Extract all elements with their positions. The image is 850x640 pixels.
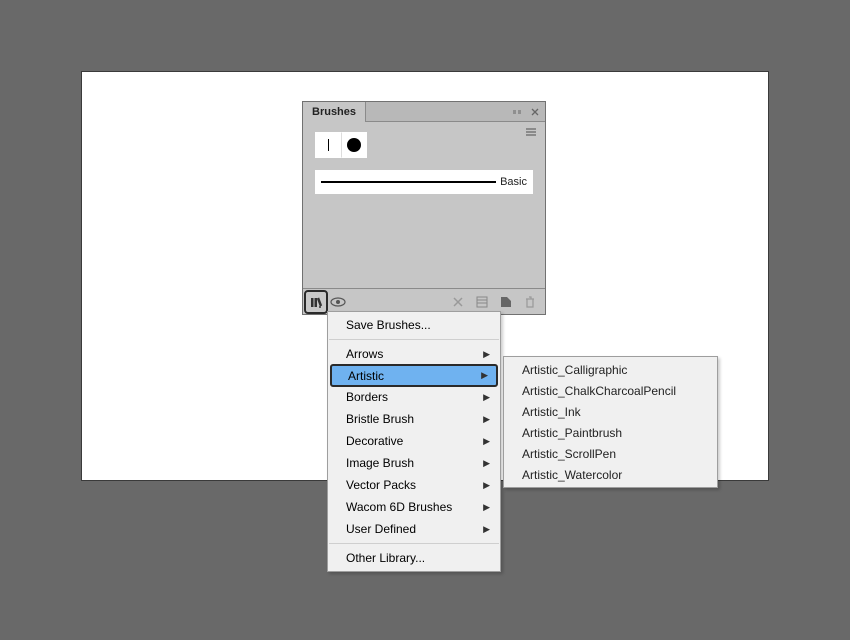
chevron-right-icon: ▶: [483, 458, 490, 469]
new-brush-icon[interactable]: [497, 293, 515, 311]
menu-borders[interactable]: Borders ▶: [328, 386, 500, 408]
delete-icon[interactable]: [521, 293, 539, 311]
menu-label: Image Brush: [346, 456, 414, 470]
menu-label: Artistic_ScrollPen: [522, 447, 616, 461]
menu-label: Other Library...: [346, 551, 425, 565]
menu-vector-packs[interactable]: Vector Packs ▶: [328, 474, 500, 496]
menu-label: Bristle Brush: [346, 412, 414, 426]
options-icon[interactable]: [473, 293, 491, 311]
menu-label: Artistic_Watercolor: [522, 468, 622, 482]
submenu-artistic-chalkcharcoal[interactable]: Artistic_ChalkCharcoalPencil: [504, 380, 717, 401]
brush-libraries-menu: Save Brushes... Arrows ▶ Artistic ▶ Bord…: [327, 311, 501, 572]
panel-header: Brushes: [303, 102, 545, 122]
remove-stroke-icon[interactable]: [449, 293, 467, 311]
menu-image-brush[interactable]: Image Brush ▶: [328, 452, 500, 474]
menu-label: Wacom 6D Brushes: [346, 500, 452, 514]
chevron-right-icon: ▶: [483, 480, 490, 491]
menu-user-defined[interactable]: User Defined ▶: [328, 518, 500, 540]
chevron-right-icon: ▶: [481, 370, 488, 381]
menu-wacom-6d[interactable]: Wacom 6D Brushes ▶: [328, 496, 500, 518]
tab-label: Brushes: [312, 106, 356, 118]
menu-label: Arrows: [346, 347, 383, 361]
submenu-artistic-watercolor[interactable]: Artistic_Watercolor: [504, 464, 717, 485]
menu-label: Artistic_Paintbrush: [522, 426, 622, 440]
brush-list-item-basic[interactable]: Basic: [315, 170, 533, 194]
menu-label: Artistic: [348, 369, 384, 383]
submenu-artistic-scrollpen[interactable]: Artistic_ScrollPen: [504, 443, 717, 464]
panel-body: Basic: [303, 122, 545, 204]
menu-artistic[interactable]: Artistic ▶: [330, 364, 498, 387]
chevron-right-icon: ▶: [483, 349, 490, 360]
menu-separator: [329, 339, 499, 340]
menu-label: Artistic_ChalkCharcoalPencil: [522, 384, 676, 398]
chevron-right-icon: ▶: [483, 524, 490, 535]
submenu-artistic-calligraphic[interactable]: Artistic_Calligraphic: [504, 359, 717, 380]
toggle-view-icon[interactable]: [329, 293, 347, 311]
menu-separator: [329, 543, 499, 544]
menu-label: Artistic_Ink: [522, 405, 581, 419]
menu-label: Borders: [346, 390, 388, 404]
chevron-right-icon: ▶: [483, 502, 490, 513]
close-icon[interactable]: [527, 104, 543, 120]
brush-stroke-preview: [321, 181, 496, 183]
menu-label: Artistic_Calligraphic: [522, 363, 627, 377]
menu-bristle-brush[interactable]: Bristle Brush ▶: [328, 408, 500, 430]
brushes-panel: Brushes Basic: [302, 101, 546, 315]
brush-libraries-button[interactable]: [304, 290, 328, 314]
submenu-artistic-paintbrush[interactable]: Artistic_Paintbrush: [504, 422, 717, 443]
menu-arrows[interactable]: Arrows ▶: [328, 343, 500, 365]
panel-menu-icon[interactable]: [523, 124, 539, 140]
menu-decorative[interactable]: Decorative ▶: [328, 430, 500, 452]
menu-label: Vector Packs: [346, 478, 416, 492]
menu-label: Decorative: [346, 434, 403, 448]
brush-thumbnails: [315, 132, 533, 158]
submenu-artistic-ink[interactable]: Artistic_Ink: [504, 401, 717, 422]
chevron-right-icon: ▶: [483, 436, 490, 447]
brush-name: Basic: [500, 176, 527, 188]
chevron-right-icon: ▶: [483, 414, 490, 425]
brush-thumb-thin[interactable]: [315, 132, 341, 158]
menu-other-library[interactable]: Other Library...: [328, 547, 500, 569]
brush-thumb-round[interactable]: [341, 132, 367, 158]
menu-save-brushes[interactable]: Save Brushes...: [328, 314, 500, 336]
collapse-icon[interactable]: [509, 104, 525, 120]
chevron-right-icon: ▶: [483, 392, 490, 403]
menu-label: Save Brushes...: [346, 318, 431, 332]
tab-brushes[interactable]: Brushes: [303, 102, 366, 122]
artistic-submenu: Artistic_Calligraphic Artistic_ChalkChar…: [503, 356, 718, 488]
menu-label: User Defined: [346, 522, 416, 536]
